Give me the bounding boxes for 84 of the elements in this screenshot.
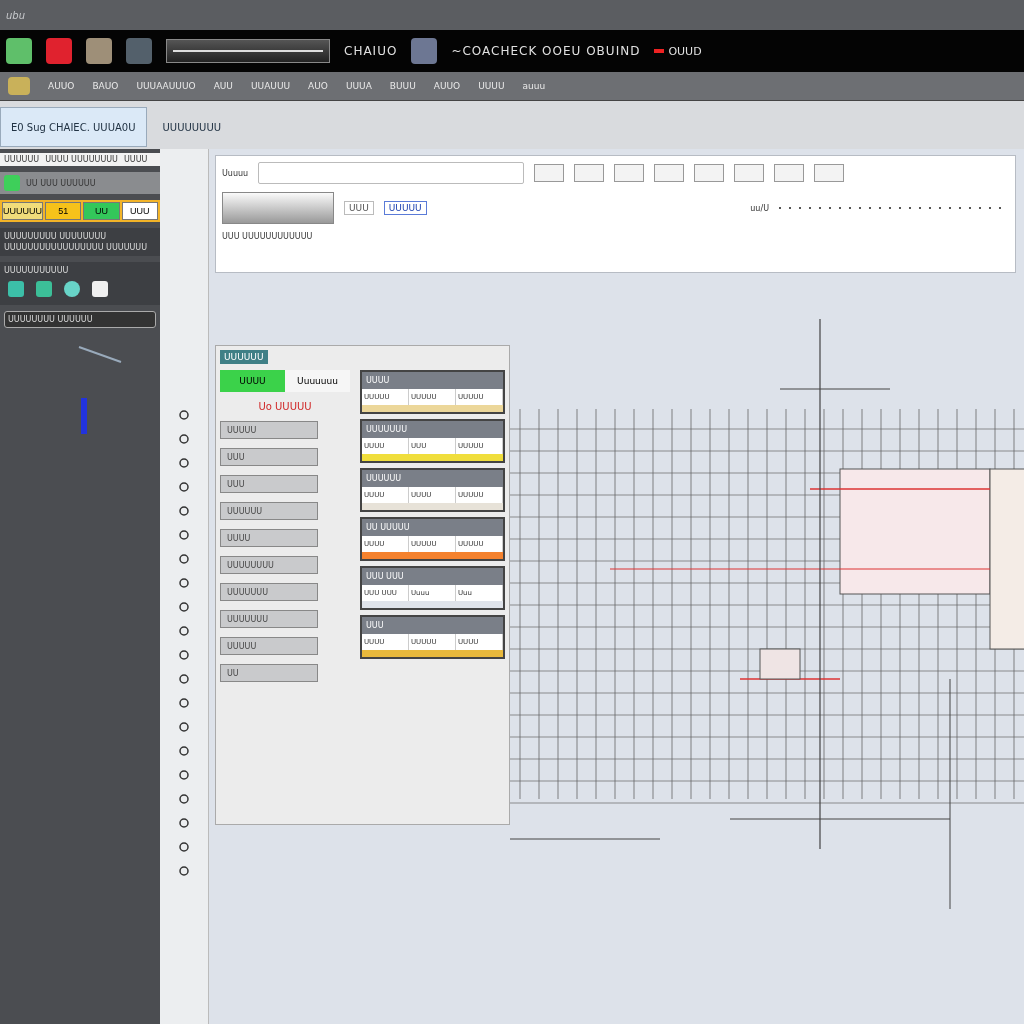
- property-field[interactable]: UU: [220, 664, 318, 682]
- view-button[interactable]: [574, 164, 605, 182]
- status-button[interactable]: UU: [83, 202, 120, 220]
- slider-field[interactable]: [166, 39, 330, 63]
- tool-icon[interactable]: [178, 721, 190, 733]
- view-button[interactable]: [734, 164, 765, 182]
- menu-item[interactable]: BUUU: [389, 81, 416, 91]
- tool-icon[interactable]: [178, 529, 190, 541]
- property-field[interactable]: UUUUUUUU: [220, 556, 318, 574]
- caption-text: ubu: [6, 9, 26, 21]
- app-name: CHAIUO: [344, 44, 398, 58]
- menu-item[interactable]: AUU: [213, 81, 233, 91]
- group-header: UUU: [362, 617, 503, 634]
- record-badge[interactable]: OUUD: [654, 44, 702, 58]
- tool-icon[interactable]: [178, 553, 190, 565]
- status-button[interactable]: 51: [45, 202, 82, 220]
- ruler-label: uu/U: [750, 203, 769, 213]
- document-tab[interactable]: E0 Sug CHAIEC. UUUA0U: [0, 107, 147, 147]
- tool-icon[interactable]: [178, 433, 190, 445]
- input-field[interactable]: [258, 162, 525, 184]
- menu-item[interactable]: AUUO: [48, 81, 75, 91]
- group-header: UUUUUUU: [362, 421, 503, 438]
- layer-field[interactable]: UUUUUUUU UUUUUU: [4, 311, 156, 328]
- group-header: UUUU: [362, 372, 503, 389]
- view-button[interactable]: [534, 164, 565, 182]
- sub-tab[interactable]: UUU: [344, 201, 374, 215]
- property-field[interactable]: UUU: [220, 475, 318, 493]
- menu-item[interactable]: UUUA: [345, 81, 372, 91]
- tool-icon[interactable]: [178, 865, 190, 877]
- view-button[interactable]: [614, 164, 645, 182]
- header-label: UUUU: [123, 155, 148, 164]
- tool-icon[interactable]: [178, 505, 190, 517]
- property-field[interactable]: UUUUUU: [220, 502, 318, 520]
- property-field[interactable]: UUUU: [220, 529, 318, 547]
- group-header: UUUUUU: [362, 470, 503, 487]
- property-field[interactable]: UUU: [220, 448, 318, 466]
- group-header: UUU UUU: [362, 568, 503, 585]
- tool-icon[interactable]: [178, 601, 190, 613]
- row-text: UUU UUUUUUUUUUUU: [222, 232, 313, 241]
- tool-icon[interactable]: [178, 673, 190, 685]
- menu-item[interactable]: auuu: [522, 81, 546, 91]
- tool-icon[interactable]: [178, 457, 190, 469]
- panel-heading: Uo UUUUU: [257, 401, 313, 412]
- property-field[interactable]: UUUUU: [220, 637, 318, 655]
- menu-item[interactable]: UUUAAUUUO: [136, 81, 196, 91]
- status-button[interactable]: UUU: [121, 202, 158, 220]
- menu-item[interactable]: AUUO: [433, 81, 461, 91]
- info-text: UUUUUUUUU UUUUUUUU: [4, 232, 108, 241]
- view-button[interactable]: [814, 164, 845, 182]
- tool-icon[interactable]: [178, 769, 190, 781]
- property-field[interactable]: UUUUU: [220, 421, 318, 439]
- panel-tab[interactable]: UUUU: [220, 370, 285, 392]
- property-field[interactable]: UUUUUUU: [220, 610, 318, 628]
- status-button[interactable]: UUUUUU: [2, 202, 43, 220]
- tool-icon[interactable]: [178, 577, 190, 589]
- panel-title: UUUUUU: [220, 350, 268, 364]
- menu-item[interactable]: UUAUUU: [250, 81, 291, 91]
- tool-icon[interactable]: [178, 409, 190, 421]
- info-text: UUUUUUUUUUUUUUUUU UUUUUUU: [4, 243, 149, 252]
- view-button[interactable]: [654, 164, 685, 182]
- tool-icon[interactable]: [178, 481, 190, 493]
- view-button[interactable]: [774, 164, 805, 182]
- menu-item[interactable]: BAUO: [92, 81, 119, 91]
- header-label: UUUU UUUUUUUU: [45, 155, 118, 164]
- panel-tab[interactable]: Uuuuuuu: [285, 370, 350, 392]
- tool-icon[interactable]: [178, 649, 190, 661]
- tool-icon[interactable]: [178, 841, 190, 853]
- status-text: ~COACHECK OOEU OBUIND: [451, 44, 641, 58]
- tool-icon[interactable]: [178, 793, 190, 805]
- field-label: Uuuuu: [222, 168, 249, 178]
- tool-icon[interactable]: [178, 817, 190, 829]
- toolbar-label: UU UUU UUUUUU: [26, 178, 96, 188]
- document-tab[interactable]: UUUUUUUU: [152, 107, 232, 147]
- view-button[interactable]: [694, 164, 725, 182]
- sub-tab[interactable]: UUUUU: [383, 201, 427, 215]
- tool-icon[interactable]: [178, 745, 190, 757]
- group-header: UU UUUUU: [362, 519, 503, 536]
- property-field[interactable]: UUUUUUU: [220, 583, 318, 601]
- tool-icon[interactable]: [178, 625, 190, 637]
- menu-item[interactable]: UUUU: [478, 81, 505, 91]
- menu-item[interactable]: AUO: [308, 81, 328, 91]
- layer-label: UUUUUUUUUUU: [4, 266, 70, 275]
- tool-icon[interactable]: [178, 697, 190, 709]
- header-label: UUUUUU: [4, 155, 40, 164]
